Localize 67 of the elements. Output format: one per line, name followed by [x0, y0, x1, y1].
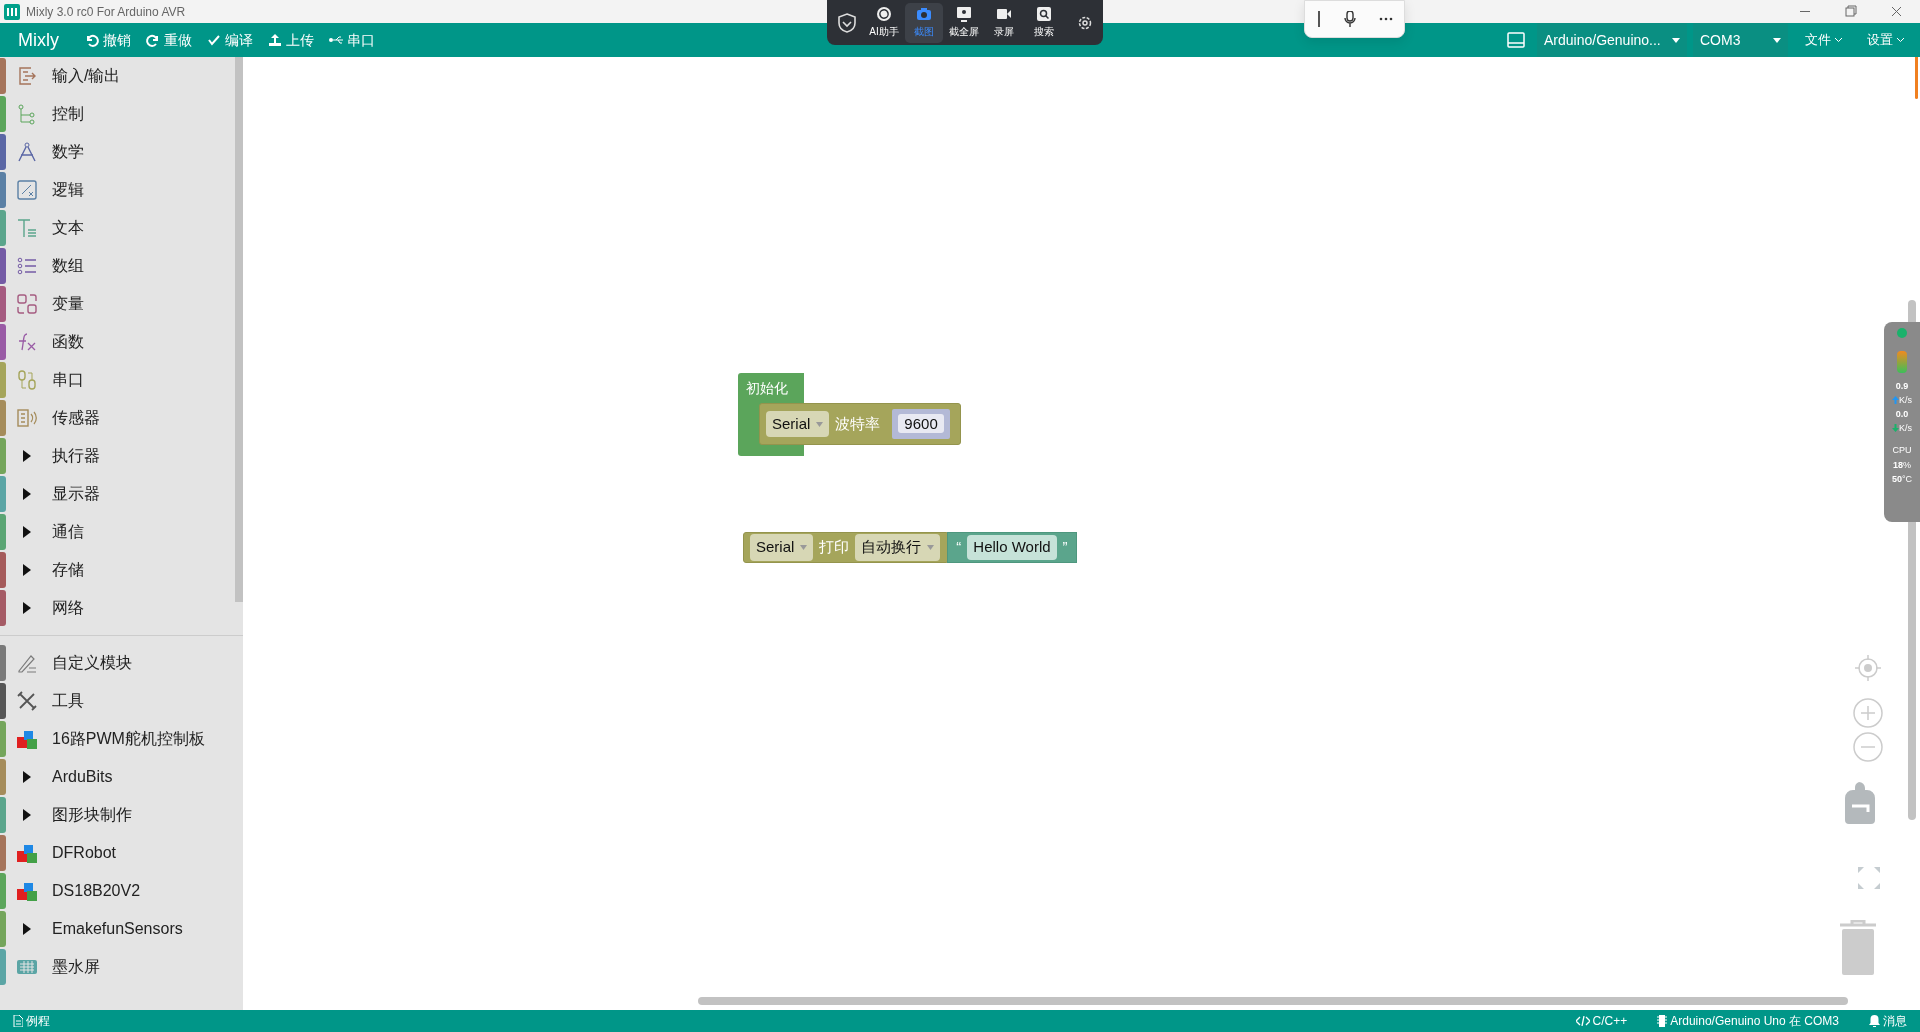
cpu-usage-unit: %: [1903, 458, 1911, 472]
dropdown-field[interactable]: 自动换行: [855, 534, 941, 561]
toolbar-button[interactable]: 编译: [199, 29, 260, 51]
sidebar-item[interactable]: 网络: [0, 589, 234, 627]
sidebar-item[interactable]: 墨水屏: [0, 948, 234, 986]
messages-button[interactable]: 消息: [1862, 1012, 1914, 1030]
dropdown-field[interactable]: Serial: [766, 410, 830, 438]
block-title: 初始化: [746, 379, 788, 398]
brand-name: Mixly: [17, 28, 60, 52]
sidebar-item[interactable]: 控制: [0, 95, 234, 133]
block-label: 打印: [819, 537, 850, 558]
upload-speed-unit: K/s: [1899, 393, 1912, 407]
menu-button[interactable]: 文件: [1798, 30, 1850, 50]
sidebar-item[interactable]: EmakefunSensors: [0, 910, 234, 948]
sidebar-item[interactable]: 存储: [0, 551, 234, 589]
text-field[interactable]: Hello World: [967, 535, 1057, 560]
number-field[interactable]: 9600: [898, 413, 944, 433]
window-title: Mixly 3.0 rc0 For Arduino AVR: [26, 3, 186, 21]
menu-button[interactable]: 设置: [1860, 30, 1912, 50]
download-speed-unit: K/s: [1899, 421, 1912, 435]
sidebar-item[interactable]: DS18B20V2: [0, 872, 234, 910]
sidebar-item[interactable]: 数学: [0, 133, 234, 171]
dropdown-field[interactable]: Serial: [750, 534, 814, 561]
sidebar-item[interactable]: 工具: [0, 682, 234, 720]
toolbar-button[interactable]: 上传: [260, 29, 321, 51]
cpu-temperature-unit: °C: [1901, 473, 1913, 486]
toolbar-button[interactable]: 撤销: [77, 29, 138, 51]
serial-print-block[interactable]: Serial 打印 自动换行: [743, 532, 950, 563]
sidebar-item[interactable]: 串口: [0, 361, 234, 399]
toolbar-button[interactable]: 串口: [321, 29, 382, 51]
sidebar-item[interactable]: 文本: [0, 209, 234, 247]
cpu-temperature: 50: [1891, 473, 1902, 486]
sidebar-item[interactable]: 逻辑: [0, 171, 234, 209]
examples-button[interactable]: 例程: [6, 1012, 57, 1030]
block-label: 波特率: [835, 413, 881, 434]
port-dropdown[interactable]: COM3: [1693, 23, 1788, 57]
cpu-label: CPU: [1892, 444, 1912, 457]
upload-speed: 0.9: [1895, 380, 1909, 393]
capture-tool[interactable]: 搜索: [1025, 2, 1063, 43]
sidebar-item[interactable]: 变量: [0, 285, 234, 323]
language-button[interactable]: C/C++: [1568, 1012, 1635, 1030]
sidebar-item[interactable]: 通信: [0, 513, 234, 551]
capture-tool[interactable]: AI助手: [865, 2, 903, 43]
sidebar-item[interactable]: 图形块制作: [0, 796, 234, 834]
board-status-button[interactable]: Arduino/Genuino Uno 在 COM3: [1650, 1012, 1846, 1030]
sidebar-item[interactable]: 自定义模块: [0, 644, 234, 682]
capture-tool[interactable]: 截全屏: [945, 2, 983, 43]
sidebar-item[interactable]: 执行器: [0, 437, 234, 475]
quote-mark: “: [956, 537, 962, 558]
quote-mark: ”: [1062, 537, 1068, 558]
sidebar-item[interactable]: 传感器: [0, 399, 234, 437]
number-block[interactable]: 9600: [892, 408, 950, 440]
text-block[interactable]: “ Hello World ”: [947, 532, 1077, 563]
board-dropdown[interactable]: Arduino/Genuino...: [1537, 23, 1687, 57]
setup-block[interactable]: 初始化 Serial 波特率 9600: [738, 373, 963, 456]
sidebar-item[interactable]: 数组: [0, 247, 234, 285]
capture-tool[interactable]: 录屏: [985, 2, 1023, 43]
sidebar-item[interactable]: ArduBits: [0, 758, 234, 796]
sidebar-item[interactable]: 函数: [0, 323, 234, 361]
sidebar-item[interactable]: 显示器: [0, 475, 234, 513]
sidebar-item[interactable]: DFRobot: [0, 834, 234, 872]
sidebar-item[interactable]: 16路PWM舵机控制板: [0, 720, 234, 758]
sidebar-item[interactable]: 输入/输出: [0, 57, 234, 95]
cpu-usage: 18: [1893, 458, 1903, 472]
serial-begin-block[interactable]: Serial 波特率 9600: [759, 403, 961, 445]
toolbar-button[interactable]: 重做: [138, 29, 199, 51]
download-speed: 0.0: [1895, 408, 1909, 421]
